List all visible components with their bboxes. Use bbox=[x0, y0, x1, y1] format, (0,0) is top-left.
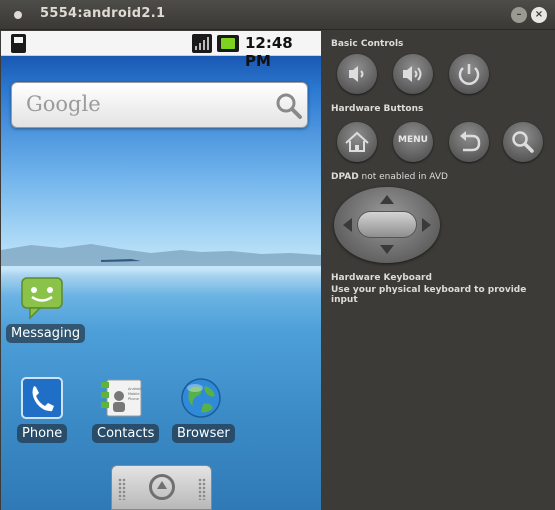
app-label: Messaging bbox=[6, 324, 86, 343]
back-icon bbox=[460, 131, 481, 152]
basic-controls-heading: Basic Controls bbox=[331, 39, 404, 49]
search-icon[interactable] bbox=[275, 92, 303, 120]
browser-globe-icon[interactable] bbox=[179, 376, 223, 420]
signal-icon bbox=[192, 34, 212, 53]
search-widget-label: Google bbox=[26, 92, 101, 116]
app-label: Phone bbox=[17, 424, 68, 443]
svg-text:Phone: Phone bbox=[128, 397, 139, 401]
drawer-grip bbox=[198, 478, 206, 500]
home-button[interactable] bbox=[337, 122, 377, 162]
power-icon bbox=[458, 64, 480, 85]
keyboard-heading: Hardware Keyboard bbox=[331, 273, 432, 283]
phone-icon[interactable] bbox=[20, 376, 64, 420]
home-icon bbox=[345, 131, 369, 152]
dpad-title: DPAD bbox=[331, 172, 359, 182]
google-search-widget[interactable]: Google bbox=[11, 82, 308, 128]
status-bar: 12:48 PM bbox=[1, 31, 321, 70]
dpad-heading: DPAD not enabled in AVD bbox=[331, 172, 448, 182]
volume-up-button[interactable] bbox=[393, 54, 433, 94]
dpad-center-button[interactable] bbox=[357, 211, 417, 238]
android-screen[interactable]: 12:48 PM Google Messaging Phone Android … bbox=[1, 31, 321, 510]
app-drawer-handle[interactable] bbox=[111, 465, 212, 510]
dpad[interactable] bbox=[334, 187, 440, 263]
back-button[interactable] bbox=[449, 122, 489, 162]
window-menu-icon[interactable] bbox=[14, 11, 22, 19]
svg-text:Android: Android bbox=[128, 387, 142, 391]
messaging-icon[interactable] bbox=[20, 276, 64, 320]
menu-button[interactable]: MENU bbox=[393, 122, 433, 162]
power-button[interactable] bbox=[449, 54, 489, 94]
drawer-up-icon[interactable] bbox=[149, 474, 175, 500]
window-title: 5554:android2.1 bbox=[40, 6, 166, 21]
hardware-buttons-heading: Hardware Buttons bbox=[331, 104, 424, 114]
menu-button-label: MENU bbox=[398, 135, 428, 145]
status-clock: 12:48 PM bbox=[245, 34, 293, 70]
volume-down-icon bbox=[349, 66, 364, 82]
app-label: Browser bbox=[172, 424, 235, 443]
dpad-left-icon[interactable] bbox=[343, 218, 352, 232]
battery-icon bbox=[217, 35, 239, 52]
close-icon[interactable]: × bbox=[531, 7, 547, 23]
window-title-bar: 5554:android2.1 – × bbox=[0, 0, 555, 30]
app-label: Contacts bbox=[92, 424, 160, 443]
sd-card-icon bbox=[11, 34, 26, 53]
dpad-note: not enabled in AVD bbox=[358, 172, 448, 182]
volume-down-button[interactable] bbox=[337, 54, 377, 94]
dpad-up-icon[interactable] bbox=[380, 195, 394, 204]
contacts-icon[interactable]: Android Mobile Phone bbox=[99, 376, 143, 420]
keyboard-note: Use your physical keyboard to provide in… bbox=[331, 285, 527, 305]
volume-up-icon bbox=[403, 66, 422, 82]
dpad-right-icon[interactable] bbox=[422, 218, 431, 232]
search-hw-icon bbox=[512, 131, 534, 153]
search-hw-button[interactable] bbox=[503, 122, 543, 162]
svg-text:Mobile: Mobile bbox=[128, 392, 139, 396]
drawer-grip bbox=[118, 478, 126, 500]
minimize-icon[interactable]: – bbox=[511, 7, 527, 23]
dpad-down-icon[interactable] bbox=[380, 245, 394, 254]
lake-mountains bbox=[1, 244, 321, 266]
